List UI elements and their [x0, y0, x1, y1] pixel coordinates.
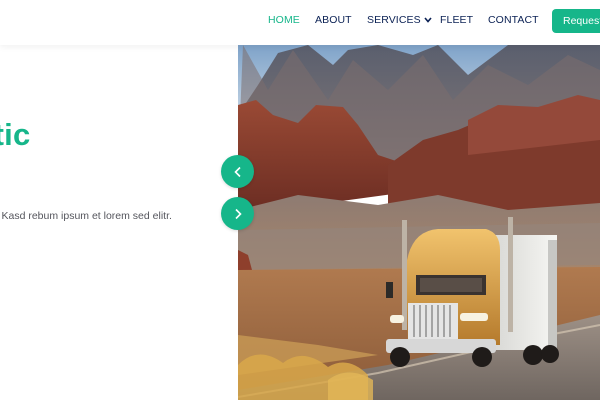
nav-item-about[interactable]: ABOUT [315, 0, 352, 45]
chevron-left-icon [233, 166, 241, 177]
nav-item-services[interactable]: SERVICES [367, 0, 432, 45]
nav-item-contact[interactable]: CONTACT [488, 0, 539, 45]
carousel-prev-button[interactable] [221, 155, 254, 188]
chevron-down-icon [424, 0, 432, 40]
hero-title: Logistic [0, 117, 30, 153]
navbar: HOME ABOUT SERVICES FLEET CONTACT Reques… [0, 0, 600, 45]
chevron-right-icon [234, 208, 242, 219]
hero-text-panel: Logistic Elitr sadipscing at sed stet si… [0, 45, 238, 400]
hero-truck-image [238, 45, 600, 400]
request-quote-button[interactable]: Request [552, 9, 600, 33]
nav-item-fleet[interactable]: FLEET [440, 0, 473, 45]
carousel-next-button[interactable] [221, 197, 254, 230]
hero-title-text: Logistic [0, 117, 31, 152]
hero-description: Elitr sadipscing at sed stet sit diam no… [0, 210, 172, 222]
nav-item-services-label: SERVICES [367, 14, 421, 26]
nav-item-home[interactable]: HOME [268, 0, 300, 45]
